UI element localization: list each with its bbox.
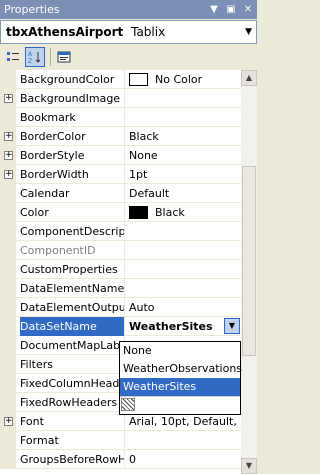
svg-text:A: A <box>28 51 33 58</box>
property-row-customproperties[interactable]: CustomProperties <box>0 260 241 279</box>
property-name: BorderWidth <box>20 165 125 184</box>
close-icon[interactable]: ✕ <box>241 3 255 17</box>
dropdown-arrow-icon[interactable]: ▼ <box>224 318 240 334</box>
object-type: Tablix <box>131 25 166 39</box>
resize-grip[interactable] <box>120 396 240 412</box>
scroll-thumb[interactable] <box>242 166 256 356</box>
panel-title: Properties <box>4 3 60 16</box>
property-name: Calendar <box>20 184 125 203</box>
properties-toolbar: AZ <box>0 45 257 69</box>
property-row-dataelementname[interactable]: DataElementName <box>0 279 241 298</box>
property-name: BackgroundImage <box>20 89 125 108</box>
dropdown-option-weatherobservations[interactable]: WeatherObservations <box>120 360 242 378</box>
property-row-bordercolor[interactable]: + BorderColor Black <box>0 127 241 146</box>
property-name: CustomProperties <box>20 260 125 279</box>
property-row-componentdescription[interactable]: ComponentDescrip <box>0 222 241 241</box>
property-row-format[interactable]: Format <box>0 431 241 450</box>
property-name: Format <box>20 431 125 450</box>
property-row-color[interactable]: Color Black <box>0 203 241 222</box>
scroll-up-icon[interactable]: ▲ <box>241 70 257 86</box>
property-row-groupsbeforerowheaders[interactable]: GroupsBeforeRowH 0 <box>0 450 241 469</box>
property-name: ComponentID <box>20 241 125 260</box>
property-name: Filters <box>20 355 125 374</box>
color-swatch <box>129 72 148 86</box>
property-value[interactable]: None <box>129 146 241 165</box>
resize-grip-icon <box>121 398 135 411</box>
property-value[interactable] <box>129 260 241 279</box>
property-row-dataelementoutput[interactable]: DataElementOutpu Auto <box>0 298 241 317</box>
property-value[interactable] <box>129 431 241 450</box>
expand-icon[interactable]: + <box>4 170 13 179</box>
expand-icon[interactable]: + <box>4 417 13 426</box>
property-name: DocumentMapLab <box>20 336 125 355</box>
chevron-down-icon[interactable]: ▼ <box>245 21 252 43</box>
property-row-borderwidth[interactable]: + BorderWidth 1pt <box>0 165 241 184</box>
window-position-icon[interactable]: ▼ <box>207 3 221 17</box>
alphabetical-icon[interactable]: AZ <box>25 47 45 67</box>
property-row-backgroundimage[interactable]: + BackgroundImage <box>0 89 241 108</box>
property-value[interactable] <box>129 222 241 241</box>
property-name: DataElementOutpu <box>20 298 125 317</box>
expand-icon[interactable]: + <box>4 151 13 160</box>
property-value[interactable]: 1pt <box>129 165 241 184</box>
property-value <box>129 241 241 260</box>
property-name: DataSetName <box>20 317 125 336</box>
property-pages-icon[interactable] <box>54 47 74 67</box>
property-value[interactable] <box>129 108 241 127</box>
color-swatch <box>129 205 148 219</box>
dropdown-option-none[interactable]: None <box>120 342 240 360</box>
property-name: GroupsBeforeRowH <box>20 450 125 469</box>
property-row-componentid[interactable]: ComponentID <box>0 241 241 260</box>
expand-icon[interactable]: + <box>4 132 13 141</box>
property-row-backgroundcolor[interactable]: BackgroundColor No Color <box>0 70 241 89</box>
property-name: FixedRowHeaders <box>20 393 125 412</box>
scroll-down-icon[interactable]: ▼ <box>241 458 257 474</box>
property-value[interactable] <box>129 279 241 298</box>
property-value[interactable]: Auto <box>129 298 241 317</box>
property-name: FixedColumnHead <box>20 374 125 393</box>
property-name: BorderColor <box>20 127 125 146</box>
property-name: BorderStyle <box>20 146 125 165</box>
svg-text:Z: Z <box>28 58 32 64</box>
property-value[interactable]: Black <box>129 203 241 222</box>
property-value[interactable]: Default <box>129 184 241 203</box>
panel-titlebar: Properties ▼ ▣ ✕ <box>0 0 257 19</box>
property-name: DataElementName <box>20 279 125 298</box>
property-value[interactable]: Black <box>129 127 241 146</box>
expand-icon[interactable]: + <box>4 94 13 103</box>
property-value[interactable]: No Color <box>129 70 241 89</box>
categorized-icon[interactable] <box>3 47 23 67</box>
toolbar-divider <box>50 48 51 66</box>
property-row-calendar[interactable]: Calendar Default <box>0 184 241 203</box>
property-name: Color <box>20 203 125 222</box>
property-row-bookmark[interactable]: Bookmark <box>0 108 241 127</box>
property-name: Bookmark <box>20 108 125 127</box>
property-name: BackgroundColor <box>20 70 125 89</box>
object-name: tbxAthensAirport <box>6 25 124 39</box>
property-value[interactable] <box>129 89 241 108</box>
dataset-dropdown-list: None WeatherObservations WeatherSites <box>119 341 242 415</box>
dropdown-option-weathersites[interactable]: WeatherSites <box>120 378 240 396</box>
dataset-value[interactable]: WeatherSites ▼ <box>129 317 241 336</box>
property-row-borderstyle[interactable]: + BorderStyle None <box>0 146 241 165</box>
pin-icon[interactable]: ▣ <box>224 3 238 17</box>
property-value[interactable]: 0 <box>129 450 241 469</box>
property-name: Font <box>20 412 125 431</box>
vertical-scrollbar[interactable]: ▲ ▼ <box>241 70 257 474</box>
property-name: ComponentDescrip <box>20 222 125 241</box>
property-row-datasetname[interactable]: DataSetName WeatherSites ▼ <box>0 317 241 336</box>
object-selector[interactable]: tbxAthensAirport Tablix ▼ <box>0 20 257 44</box>
